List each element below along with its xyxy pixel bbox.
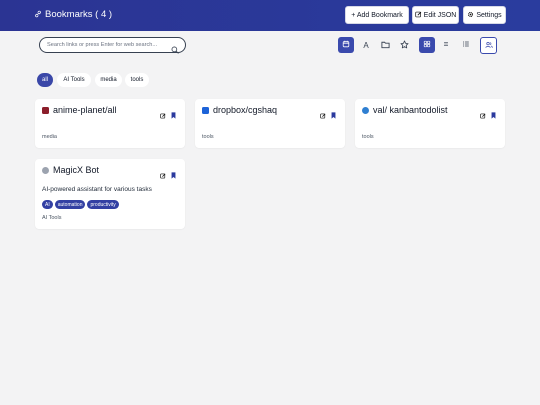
search-bar [39,37,186,54]
edit-icon [415,11,422,20]
bookmark-card[interactable]: dropbox/cgshaq tools [195,99,345,148]
bookmark-category: tools [202,134,214,140]
page-title: Bookmarks ( 4 ) [45,9,113,20]
user-group-button[interactable] [480,37,497,54]
card-actions [320,106,336,124]
search-input[interactable] [47,42,165,48]
bookmark-title-text: anime-planet/all [53,105,117,115]
edit-icon[interactable] [480,106,486,124]
favicon-icon [42,106,49,114]
globe-icon [362,106,369,114]
bookmark-icon[interactable] [331,106,336,124]
edit-icon[interactable] [320,106,326,124]
filter-chip-all[interactable]: all [37,73,53,87]
settings-button[interactable]: Settings [463,6,506,24]
bookmark-title[interactable]: dropbox/cgshaq [202,105,277,115]
bookmark-title-text: dropbox/cgshaq [213,105,278,115]
filter-chip-tools[interactable]: tools [125,73,149,87]
sort-by-date-button[interactable] [338,37,354,53]
user-group-icon [484,41,493,51]
bookmark-icon[interactable] [171,106,176,124]
bookmark-category: media [42,134,57,140]
app-title: Bookmarks ( 4 ) [34,9,112,20]
bookmark-icon[interactable] [491,106,496,124]
alphabetical-sort-icon: A [363,40,369,50]
favorites-button[interactable] [396,37,412,53]
card-actions [160,166,176,184]
bookmark-category: tools [362,134,374,140]
folder-icon [380,40,390,51]
card-actions [480,106,496,124]
bookmark-title[interactable]: MagicX Bot [42,165,99,175]
top-header: Bookmarks ( 4 ) + Add Bookmark Edit JSON… [0,0,540,31]
add-bookmark-button[interactable]: + Add Bookmark [345,6,409,24]
bookmark-card[interactable]: anime-planet/all media [35,99,185,148]
bookmark-icon[interactable] [171,166,176,184]
add-bookmark-label: + Add Bookmark [351,11,403,19]
tag-pill[interactable]: productivity [87,200,119,209]
list-view-icon [462,40,470,50]
folder-button[interactable] [377,37,393,53]
filter-label: media [100,77,117,83]
bookmark-title-text: MagicX Bot [53,165,100,175]
edit-icon[interactable] [160,166,166,184]
search-icon[interactable] [171,41,179,59]
filter-chip-media[interactable]: media [95,73,122,87]
settings-label: Settings [476,11,502,19]
compact-view-icon [442,40,450,50]
grid-view-button[interactable] [419,37,435,53]
bookmark-card[interactable]: val/ kanbantodolist tools [355,99,505,148]
bookmark-card[interactable]: MagicX Bot AI-powered assistant for vari… [35,159,185,229]
tag-pill[interactable]: AI [42,200,53,209]
filter-label: AI Tools [63,77,85,83]
star-icon [399,39,409,51]
edit-json-label: Edit JSON [423,11,457,19]
sort-alphabetical-button[interactable]: A [358,37,374,53]
edit-json-button[interactable]: Edit JSON [412,6,459,24]
bookmark-category: AI Tools [42,215,62,221]
bookmark-title-text: val/ kanbantodolist [373,105,448,115]
dropbox-icon [202,106,209,114]
filter-chip-ai-tools[interactable]: AI Tools [57,73,91,87]
filter-label: tools [130,77,144,83]
bookmark-description: AI-powered assistant for various tasks [42,186,152,193]
bookmark-title[interactable]: anime-planet/all [42,105,117,115]
gear-icon [467,11,474,20]
list-view-button[interactable] [458,37,474,53]
bookmark-title[interactable]: val/ kanbantodolist [362,105,448,115]
edit-icon[interactable] [160,106,166,124]
calendar-icon [342,40,350,50]
favicon-icon [42,166,49,174]
link-icon [34,10,42,20]
tag-pill[interactable]: automation [54,200,86,209]
filter-label: all [41,77,48,83]
card-actions [160,106,176,124]
tag-list: AI automation productivity [42,200,119,209]
grid-view-icon [423,40,431,50]
compact-view-button[interactable] [438,37,454,53]
